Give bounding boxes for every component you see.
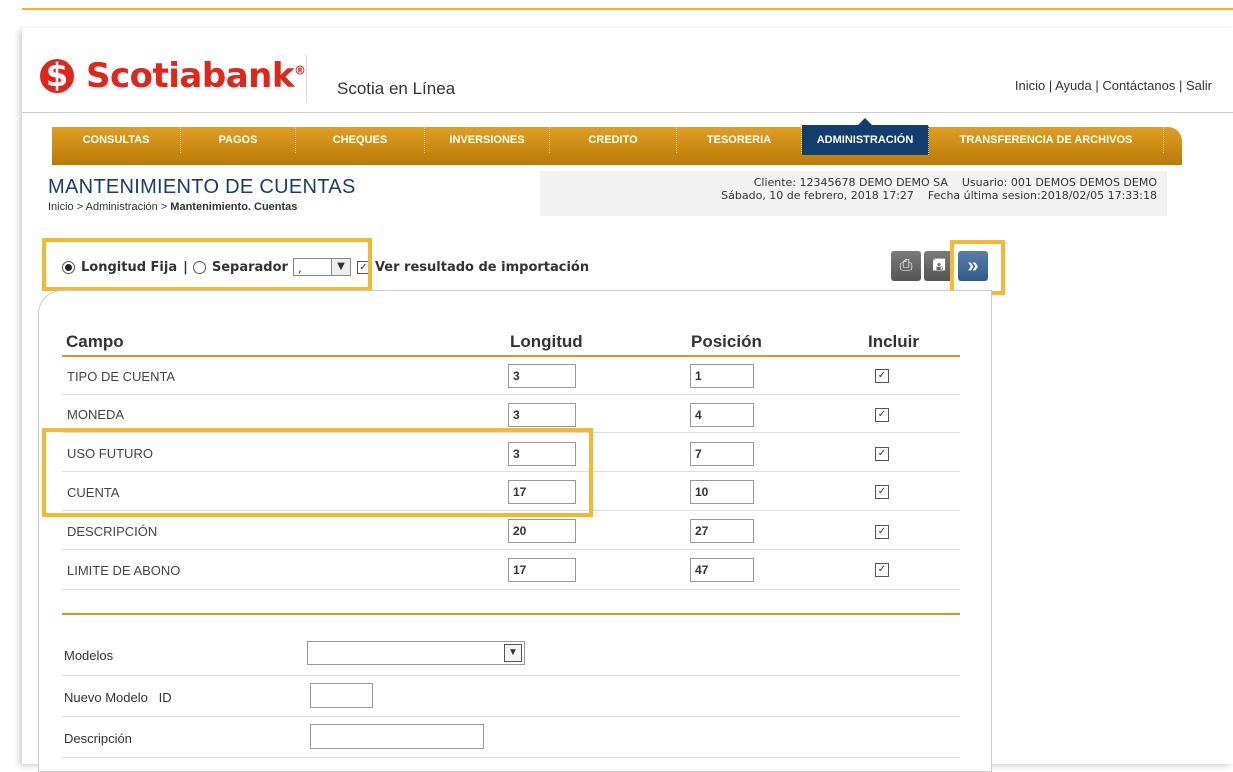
posicion-field[interactable]: 1	[690, 364, 754, 388]
row-campo-uso-futuro: USO FUTURO	[67, 446, 153, 461]
double-chevron-right-icon: »	[967, 255, 979, 277]
header-posicion: Posición	[691, 332, 762, 351]
logo-text: Scotiabank	[86, 56, 294, 96]
header-divider	[306, 55, 307, 103]
nav-transferencia-archivos[interactable]: TRANSFERENCIA DE ARCHIVOS	[929, 127, 1164, 153]
posicion-field[interactable]: 27	[690, 519, 754, 543]
header-rule	[22, 112, 1233, 113]
row-campo-tipo-cuenta: TIPO DE CUENTA	[67, 369, 176, 384]
incluir-checkbox[interactable]: ✓	[875, 525, 889, 539]
options-divider: |	[183, 259, 188, 275]
nav-administracion[interactable]: ADMINISTRACIÓN	[802, 118, 929, 155]
breadcrumb: Inicio > Administración > Mantenimiento.…	[48, 201, 297, 213]
incluir-checkbox[interactable]: ✓	[875, 408, 889, 422]
posicion-field[interactable]: 47	[690, 558, 754, 582]
incluir-checkbox[interactable]: ✓	[875, 369, 889, 383]
label-modelos: Modelos	[64, 648, 114, 663]
top-accent-rule	[22, 8, 1233, 10]
nav-pagos[interactable]: PAGOS	[181, 127, 296, 153]
nav-tesoreria[interactable]: TESORERIA	[677, 127, 802, 153]
posicion-field[interactable]: 7	[690, 442, 754, 466]
session-client-user: Cliente: 12345678 DEMO DEMO SA Usuario: …	[753, 176, 1157, 189]
breadcrumb-current: Mantenimiento. Cuentas	[170, 201, 298, 213]
separator-select[interactable]: , ▼	[292, 258, 351, 276]
import-options: Longitud Fija | Separador , ▼ ✓ Ver resu…	[62, 258, 589, 276]
radio-separador[interactable]	[192, 260, 206, 274]
print-button[interactable]: ⎙	[891, 251, 921, 281]
scotiabank-logo[interactable]: Scotiabank®	[40, 56, 306, 96]
descripcion-input[interactable]	[310, 724, 484, 749]
form-row-divider	[62, 716, 960, 717]
longitud-field[interactable]: 17	[508, 558, 576, 582]
posicion-field[interactable]: 10	[690, 480, 754, 504]
form-row-divider	[62, 757, 960, 758]
table-header-rule	[62, 355, 960, 357]
posicion-field[interactable]: 4	[690, 403, 754, 427]
longitud-field[interactable]: 17	[508, 480, 576, 504]
save-button[interactable]: 🖪	[924, 251, 954, 281]
chevron-down-icon: ▼	[330, 259, 350, 275]
longitud-field[interactable]: 3	[508, 403, 576, 427]
longitud-field[interactable]: 3	[508, 442, 576, 466]
form-row-divider	[62, 675, 960, 676]
link-inicio[interactable]: Inicio	[1015, 78, 1045, 93]
link-contactanos[interactable]: Contáctanos	[1102, 78, 1175, 93]
label-ver-resultado: Ver resultado de importación	[374, 259, 590, 275]
row-divider	[62, 549, 960, 550]
incluir-checkbox[interactable]: ✓	[875, 485, 889, 499]
row-campo-cuenta: CUENTA	[67, 485, 120, 500]
link-salir[interactable]: Salir	[1186, 78, 1212, 93]
row-campo-limite-abono: LIMITE DE ABONO	[67, 563, 181, 578]
top-links: Inicio | Ayuda | Contáctanos | Salir	[1014, 78, 1212, 93]
row-divider	[62, 394, 960, 395]
incluir-checkbox[interactable]: ✓	[875, 563, 889, 577]
row-divider	[62, 510, 960, 511]
session-info: Cliente: 12345678 DEMO DEMO SA Usuario: …	[540, 171, 1167, 216]
label-descripcion: Descripción	[64, 731, 132, 746]
header-campo: Campo	[66, 332, 124, 351]
link-ayuda[interactable]: Ayuda	[1055, 78, 1092, 93]
form-section-rule	[62, 613, 960, 615]
app-name: Scotia en Línea	[337, 79, 456, 98]
next-button[interactable]: »	[958, 251, 988, 281]
modelos-select[interactable]: ▼	[307, 641, 525, 665]
nav-inversiones[interactable]: INVERSIONES	[425, 127, 550, 153]
label-longitud-fija: Longitud Fija	[81, 259, 178, 275]
scotiabank-logo-icon	[40, 56, 74, 94]
save-icon: 🖪	[932, 257, 946, 274]
nav-credito[interactable]: CREDITO	[550, 127, 677, 153]
page-title: MANTENIMIENTO DE CUENTAS	[48, 176, 356, 198]
checkbox-ver-resultado[interactable]: ✓	[356, 260, 370, 274]
row-campo-moneda: MONEDA	[67, 407, 125, 422]
row-divider	[62, 432, 960, 433]
header-incluir: Incluir	[868, 332, 920, 351]
radio-longitud-fija[interactable]	[62, 260, 75, 274]
row-divider	[62, 471, 960, 472]
nav-cheques[interactable]: CHEQUES	[296, 127, 425, 153]
label-separador: Separador	[211, 259, 288, 275]
longitud-field[interactable]: 20	[508, 519, 576, 543]
incluir-checkbox[interactable]: ✓	[875, 447, 889, 461]
row-divider	[62, 589, 960, 590]
nav-consultas[interactable]: CONSULTAS	[52, 127, 181, 153]
label-nuevo-modelo-id: Nuevo Modelo ID	[64, 690, 172, 705]
nuevo-modelo-id-input[interactable]	[310, 683, 373, 708]
chevron-down-icon: ▼	[504, 644, 522, 662]
header-longitud: Longitud	[510, 332, 583, 351]
separator-value: ,	[297, 261, 302, 275]
longitud-field[interactable]: 3	[508, 364, 576, 388]
print-icon: ⎙	[899, 257, 913, 274]
breadcrumb-path[interactable]: Inicio > Administración >	[48, 201, 170, 213]
row-campo-descripcion: DESCRIPCIÓN	[67, 524, 158, 539]
session-date-last-login: Sábado, 10 de febrero, 2018 17:27 Fecha …	[721, 189, 1157, 202]
main-nav: CONSULTAS PAGOS CHEQUES INVERSIONES CRED…	[52, 118, 1182, 165]
